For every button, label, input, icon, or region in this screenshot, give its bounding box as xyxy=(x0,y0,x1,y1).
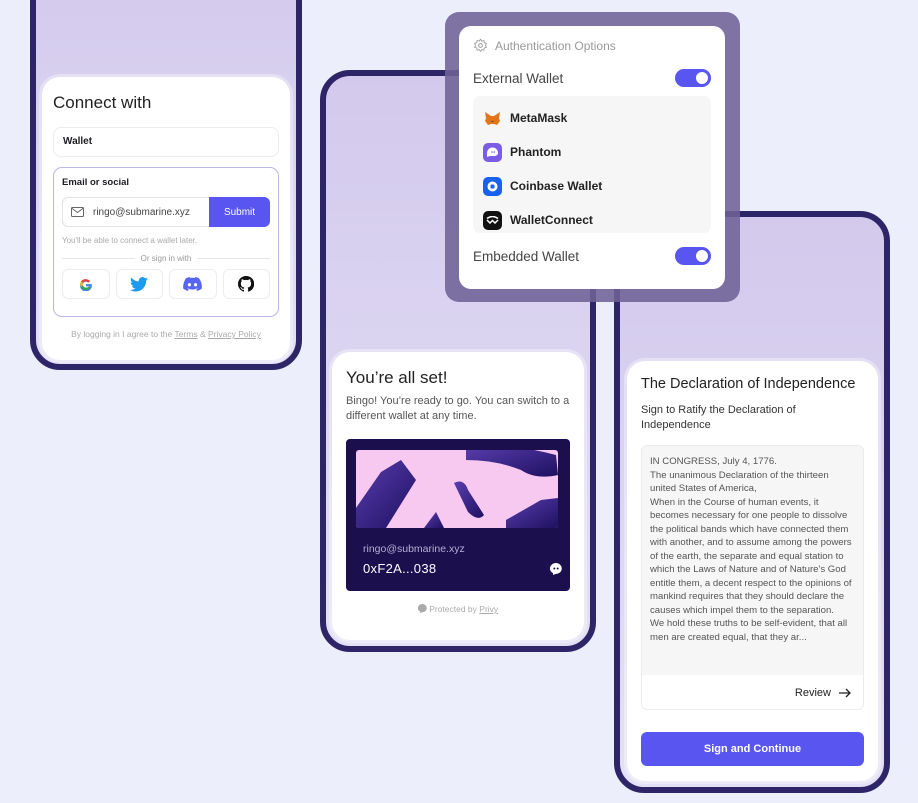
auth-options-panel: Authentication Options External Wallet M… xyxy=(445,12,740,302)
connect-card: Connect with Wallet Email or social ring… xyxy=(42,77,290,360)
terms-amp: & xyxy=(197,329,208,339)
privacy-link[interactable]: Privacy Policy xyxy=(208,329,261,339)
external-wallet-label: External Wallet xyxy=(473,70,564,86)
wallet-name: Coinbase Wallet xyxy=(510,179,603,193)
sign-title: The Declaration of Independence xyxy=(641,376,856,392)
external-wallet-toggle[interactable] xyxy=(675,69,711,87)
embedded-wallet-label: Embedded Wallet xyxy=(473,248,580,264)
github-button[interactable] xyxy=(222,269,270,299)
or-divider: Or sign in with xyxy=(62,254,270,263)
wallet-list: MetaMask Phantom Coinbase Wallet WalletC… xyxy=(473,96,711,233)
email-input[interactable]: ringo@submarine.xyz xyxy=(62,197,209,227)
wallet-item-metamask[interactable]: MetaMask xyxy=(483,101,701,135)
login-phone: Connect with Wallet Email or social ring… xyxy=(30,0,302,370)
document-text: IN CONGRESS, July 4, 1776. The unanimous… xyxy=(642,446,863,675)
terms-prefix: By logging in I agree to the xyxy=(71,329,175,339)
terms-text: By logging in I agree to the Terms & Pri… xyxy=(53,329,279,339)
privy-logo-icon xyxy=(417,603,427,613)
protected-prefix: Protected by xyxy=(429,604,480,614)
sign-subtitle: Sign to Ratify the Declaration of Indepe… xyxy=(641,404,796,431)
wallet-email: ringo@submarine.xyz xyxy=(363,543,465,555)
submit-button[interactable]: Submit xyxy=(209,197,270,227)
review-label: Review xyxy=(794,686,831,699)
coinbase-icon xyxy=(483,176,502,196)
wallet-artwork xyxy=(356,450,558,528)
github-icon xyxy=(238,276,255,292)
protected-by: Protected by Privy xyxy=(346,603,570,614)
or-text: Or sign in with xyxy=(140,254,192,263)
wallet-item-coinbase[interactable]: Coinbase Wallet xyxy=(483,169,701,203)
connect-title: Connect with xyxy=(53,93,152,112)
success-card: You’re all set! Bingo! You’re ready to g… xyxy=(332,352,584,640)
walletconnect-icon xyxy=(483,210,502,230)
sign-card: The Declaration of Independence Sign to … xyxy=(627,361,878,781)
success-title: You’re all set! xyxy=(346,368,448,387)
document-preview: IN CONGRESS, July 4, 1776. The unanimous… xyxy=(641,445,864,710)
privy-icon xyxy=(550,563,562,575)
wallet-item-phantom[interactable]: Phantom xyxy=(483,135,701,169)
wallet-hint: You'll be able to connect a wallet later… xyxy=(62,236,198,245)
email-value: ringo@submarine.xyz xyxy=(93,206,190,218)
privy-link[interactable]: Privy xyxy=(479,604,498,614)
terms-link[interactable]: Terms xyxy=(174,329,197,339)
mail-icon xyxy=(71,207,84,217)
arrow-right-icon xyxy=(839,688,851,697)
gear-icon xyxy=(474,38,487,52)
metamask-icon xyxy=(483,109,502,128)
email-social-label: Email or social xyxy=(62,177,130,188)
google-icon xyxy=(79,279,92,291)
success-subtitle: Bingo! You’re ready to go. You can switc… xyxy=(346,395,570,422)
wallet-item-walletconnect[interactable]: WalletConnect xyxy=(483,203,701,237)
google-button[interactable] xyxy=(62,269,110,299)
discord-button[interactable] xyxy=(169,269,217,299)
review-button[interactable]: Review xyxy=(642,675,863,709)
wallet-name: WalletConnect xyxy=(510,213,593,227)
wallet-card: ringo@submarine.xyz 0xF2A...038 xyxy=(346,439,570,591)
wallet-option[interactable]: Wallet xyxy=(53,127,279,157)
sign-and-continue-button[interactable]: Sign and Continue xyxy=(641,732,864,766)
phantom-icon xyxy=(483,142,502,162)
twitter-icon xyxy=(130,276,149,292)
twitter-button[interactable] xyxy=(115,269,163,299)
wallet-name: MetaMask xyxy=(510,111,568,125)
embedded-wallet-toggle[interactable] xyxy=(675,247,711,265)
wallet-address: 0xF2A...038 xyxy=(363,561,437,576)
auth-title: Authentication Options xyxy=(495,38,616,53)
wallet-name: Phantom xyxy=(510,145,562,159)
email-social-section: Email or social ringo@submarine.xyz Subm… xyxy=(53,167,279,317)
discord-icon xyxy=(183,277,203,291)
